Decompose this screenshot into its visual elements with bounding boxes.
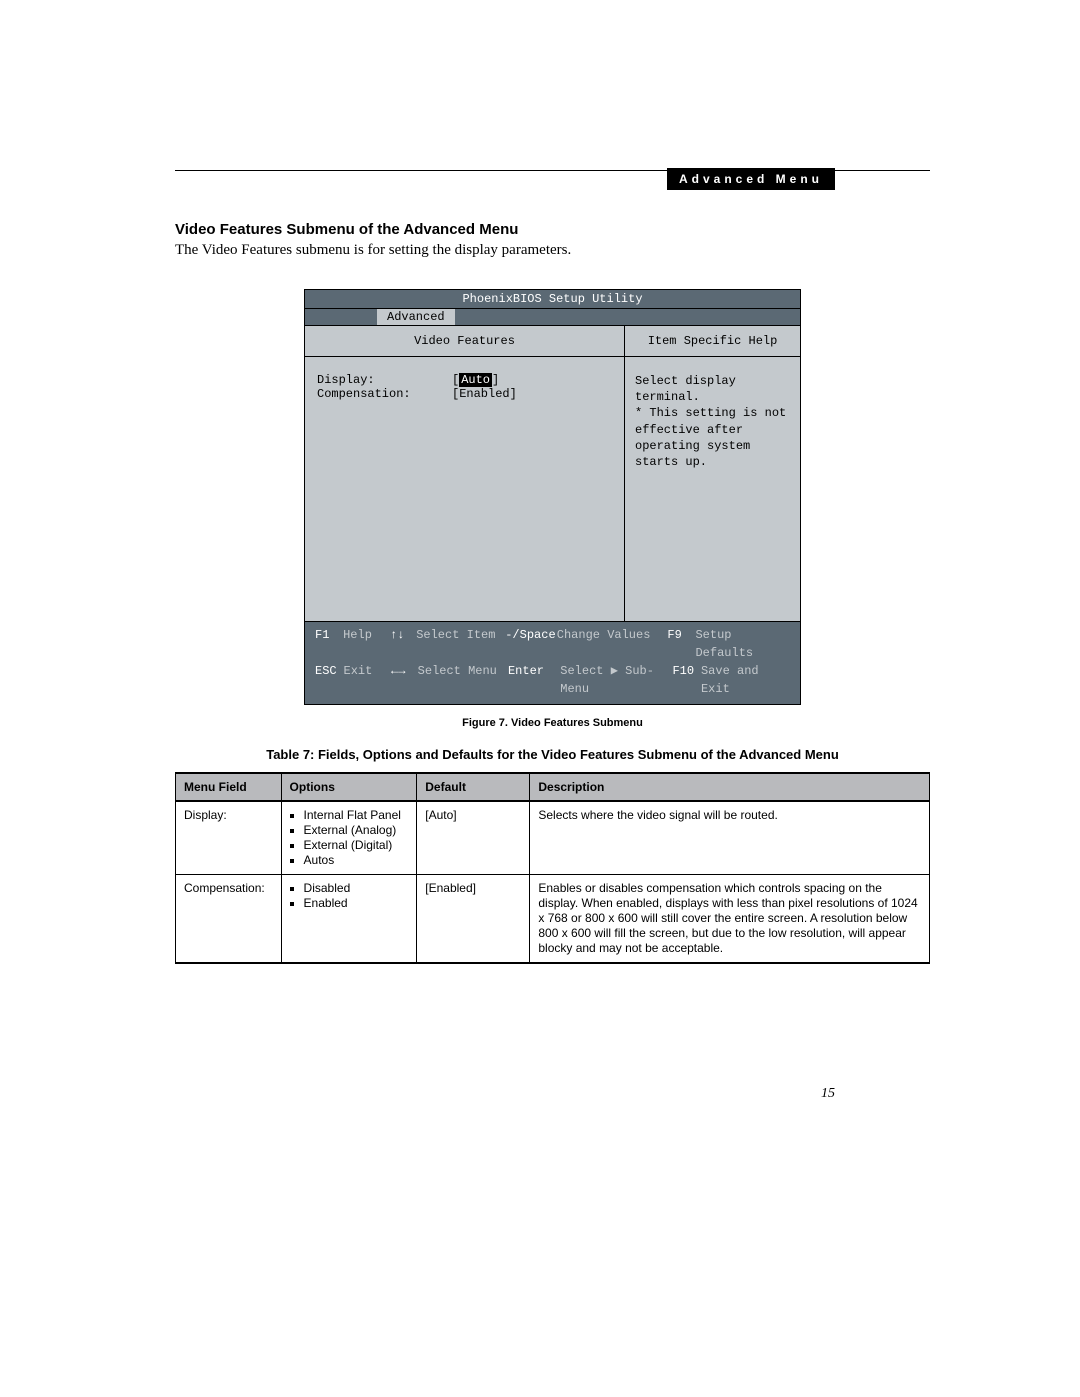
bios-settings-area: Display: [Auto] Compensation: [Enabled] — [305, 357, 624, 621]
option-item: External (Analog) — [304, 823, 409, 838]
option-item: Disabled — [304, 881, 409, 896]
th-options: Options — [281, 773, 417, 801]
bios-key-label: Save and Exit — [701, 662, 790, 698]
bios-help-line: * This setting is not — [635, 405, 790, 421]
bios-key: F1 — [315, 626, 343, 662]
fields-table: Menu Field Options Default Description D… — [175, 772, 930, 964]
bios-key-label: Select ▶ Sub-Menu — [560, 662, 672, 698]
bios-label: Compensation: — [317, 387, 452, 401]
option-item: Autos — [304, 853, 409, 868]
bios-row-compensation: Compensation: [Enabled] — [317, 387, 612, 401]
bios-key: F10 — [672, 662, 701, 698]
cell-default: [Auto] — [417, 801, 530, 875]
bios-key: F9 — [667, 626, 695, 662]
page-number: 15 — [821, 1086, 835, 1102]
figure-caption: Figure 7. Video Features Submenu — [175, 717, 930, 729]
bios-key: ↑↓ — [390, 626, 416, 662]
bios-key: -/Space — [505, 626, 557, 662]
bios-key-label: Select Menu — [418, 662, 508, 698]
table-row: Compensation: Disabled Enabled [Enabled]… — [176, 875, 930, 964]
table-row: Display: Internal Flat Panel External (A… — [176, 801, 930, 875]
bios-screenshot: PhoenixBIOS Setup Utility Advanced Video… — [304, 289, 801, 705]
cell-description: Selects where the video signal will be r… — [530, 801, 930, 875]
bios-help-text: Select display terminal. * This setting … — [625, 357, 800, 486]
bios-tab-bar: Advanced — [305, 309, 800, 326]
th-description: Description — [530, 773, 930, 801]
bios-tab-advanced: Advanced — [377, 309, 455, 325]
bios-row-display: Display: [Auto] — [317, 373, 612, 387]
bios-key: ←→ — [391, 662, 418, 698]
bios-key: ESC — [315, 662, 344, 698]
bios-help-line: operating system — [635, 438, 790, 454]
cell-options: Internal Flat Panel External (Analog) Ex… — [281, 801, 417, 875]
bios-help-line: starts up. — [635, 454, 790, 470]
bios-key-label: Help — [343, 626, 390, 662]
bios-key-label: Select Item — [416, 626, 505, 662]
option-item: Enabled — [304, 896, 409, 911]
bios-key-label: Setup Defaults — [695, 626, 790, 662]
cell-options: Disabled Enabled — [281, 875, 417, 964]
table-caption: Table 7: Fields, Options and Defaults fo… — [175, 747, 930, 762]
bios-footer: F1 Help ↑↓ Select Item -/Space Change Va… — [305, 621, 800, 704]
bios-help-line: Select display terminal. — [635, 373, 790, 405]
bios-help-line: effective after — [635, 422, 790, 438]
cell-field: Compensation: — [176, 875, 282, 964]
th-menu-field: Menu Field — [176, 773, 282, 801]
th-default: Default — [417, 773, 530, 801]
bios-title: PhoenixBIOS Setup Utility — [305, 290, 800, 309]
intro-paragraph: The Video Features submenu is for settin… — [175, 242, 930, 259]
bios-key: Enter — [508, 662, 560, 698]
bios-key-label: Exit — [344, 662, 392, 698]
section-title: Video Features Submenu of the Advanced M… — [175, 221, 930, 238]
bios-left-header: Video Features — [305, 326, 624, 357]
option-item: Internal Flat Panel — [304, 808, 409, 823]
option-item: External (Digital) — [304, 838, 409, 853]
bios-key-label: Change Values — [557, 626, 668, 662]
section-header-bar: Advanced Menu — [667, 168, 835, 190]
cell-description: Enables or disables compensation which c… — [530, 875, 930, 964]
cell-default: [Enabled] — [417, 875, 530, 964]
bios-label: Display: — [317, 373, 452, 387]
bios-right-header: Item Specific Help — [625, 326, 800, 357]
bios-value: [Enabled] — [452, 387, 517, 401]
cell-field: Display: — [176, 801, 282, 875]
bios-value-selected: Auto — [459, 373, 492, 387]
